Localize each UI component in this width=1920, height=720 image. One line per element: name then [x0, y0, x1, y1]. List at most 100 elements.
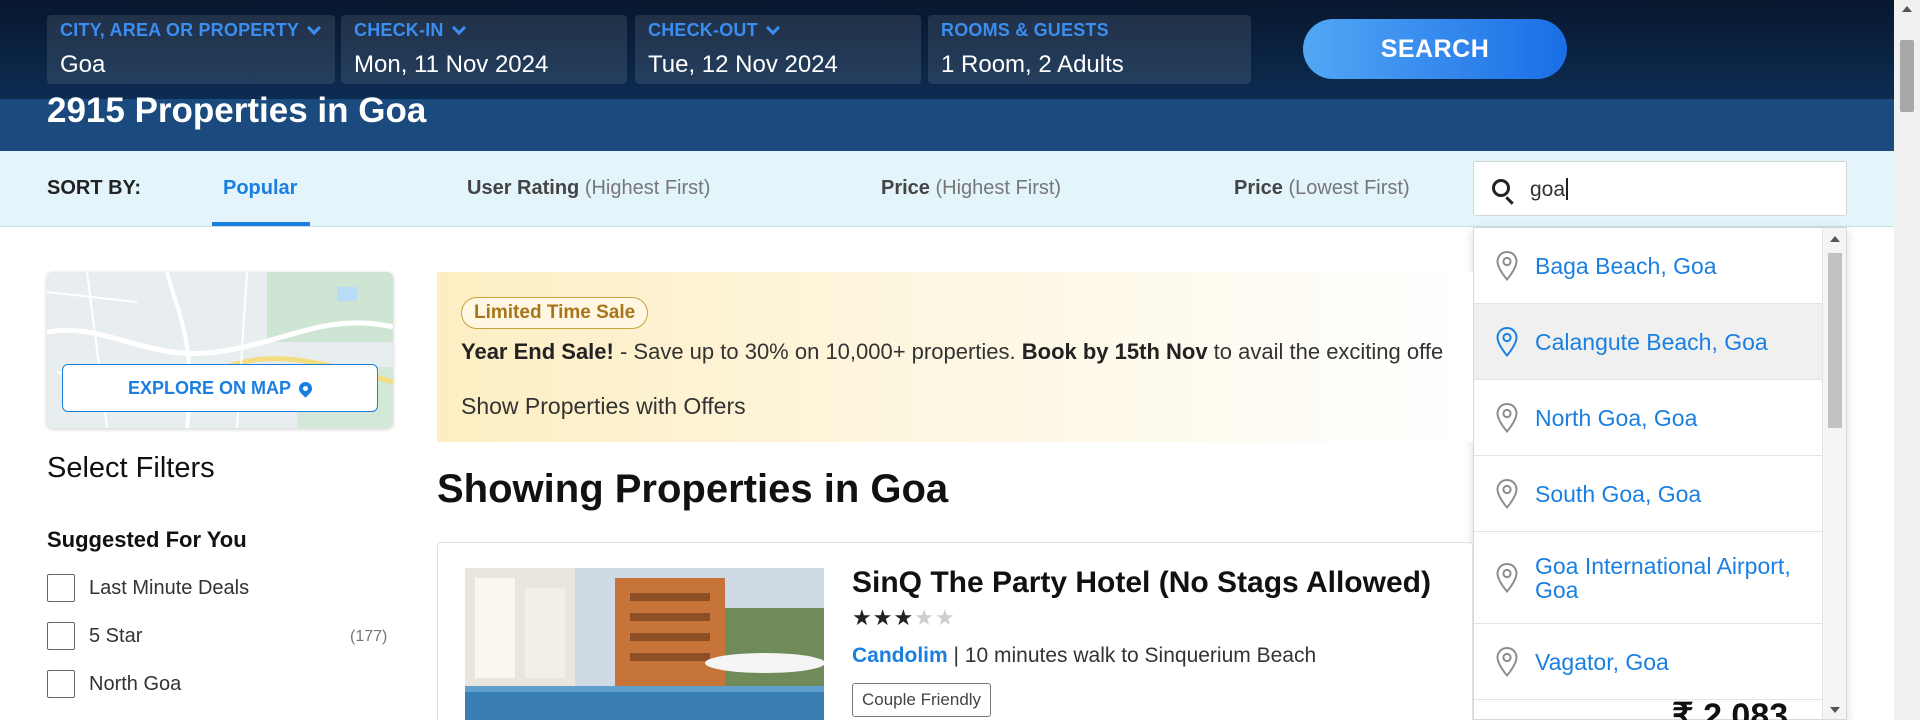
active-sort-indicator — [212, 222, 310, 226]
location-pin-icon — [1496, 250, 1518, 281]
hotel-photo-image — [465, 568, 824, 720]
checkout-value: Tue, 12 Nov 2024 — [648, 51, 838, 78]
location-pin-icon — [1496, 402, 1518, 433]
sale-text: Year End Sale! - Save up to 30% on 10,00… — [461, 339, 1443, 365]
checkin-field[interactable]: CHECK-IN Mon, 11 Nov 2024 — [341, 15, 627, 84]
guests-value: 1 Room, 2 Adults — [941, 51, 1124, 78]
chevron-down-icon — [451, 20, 466, 35]
sale-deadline: Book by 15th Nov — [1021, 339, 1208, 364]
suggestion-item[interactable]: North Goa, Goa — [1474, 380, 1823, 456]
filter-label: Last Minute Deals — [89, 576, 250, 599]
hotel-name[interactable]: SinQ The Party Hotel (No Stags Allowed) — [852, 566, 1431, 600]
checkbox[interactable] — [47, 574, 75, 602]
sort-title: SORT BY: — [47, 177, 142, 199]
suggestion-item[interactable]: South Goa, Goa — [1474, 456, 1823, 532]
hotel-location: Candolim | 10 minutes walk to Sinquerium… — [852, 644, 1316, 668]
suggestion-item[interactable]: Goa International Airport, Goa — [1474, 532, 1823, 624]
sale-title: Year End Sale! — [461, 339, 614, 364]
dropdown-scrollbar[interactable] — [1822, 228, 1846, 719]
sort-option-label: Price — [881, 177, 930, 199]
search-button[interactable]: SEARCH — [1303, 19, 1567, 79]
location-pin-icon — [1496, 326, 1518, 357]
suggestion-label: Calangute Beach, Goa — [1535, 328, 1768, 355]
location-pin-icon — [1496, 478, 1518, 509]
sort-option-label: Popular — [223, 177, 298, 199]
suggested-heading: Suggested For You — [47, 527, 247, 552]
filter-label: 5 Star — [89, 624, 143, 647]
page-scrollbar[interactable] — [1894, 0, 1920, 720]
location-pin-icon — [1496, 562, 1518, 593]
sort-option-sub: (Lowest First) — [1288, 177, 1410, 199]
chevron-down-icon — [765, 20, 780, 35]
map-preview[interactable]: EXPLORE ON MAP — [47, 272, 393, 428]
location-pin-icon — [1496, 646, 1518, 677]
text-cursor — [1566, 178, 1569, 200]
checkout-label: CHECK-OUT — [648, 20, 758, 40]
scroll-down-arrow-icon[interactable] — [1830, 707, 1840, 713]
page-title: 2915 Properties in Goa — [47, 91, 427, 130]
sale-description: - Save up to 30% on 10,000+ properties. — [613, 339, 1022, 364]
filter-label: North Goa — [89, 672, 182, 695]
checkbox[interactable] — [47, 622, 75, 650]
sort-option-popular[interactable]: Popular — [223, 177, 297, 200]
show-offers-link[interactable]: Show Properties with Offers — [461, 393, 746, 420]
suggestion-item[interactable]: Baga Beach, Goa — [1474, 228, 1823, 304]
checkbox[interactable] — [47, 670, 75, 698]
sale-tail: to avail the exciting offe — [1207, 339, 1444, 364]
sort-option-price-low[interactable]: Price (Lowest First) — [1234, 177, 1410, 200]
star-filled-icon: ★ — [893, 605, 915, 630]
sort-option-sub: (Highest First) — [584, 177, 711, 199]
scroll-up-arrow-icon[interactable] — [1902, 6, 1912, 12]
filter-count: (177) — [350, 628, 388, 645]
star-filled-icon: ★ — [852, 605, 873, 630]
filters-heading: Select Filters — [47, 452, 215, 484]
filter-last-minute-deals[interactable]: Last Minute Deals — [47, 574, 249, 602]
sort-option-label: Price — [1234, 177, 1283, 199]
star-filled-icon: ★ — [872, 605, 894, 630]
map-pin-icon — [296, 378, 315, 398]
suggestion-label: Goa International Airport, Goa — [1535, 552, 1791, 603]
chevron-down-icon — [307, 20, 322, 35]
couple-friendly-tag: Couple Friendly — [852, 683, 992, 717]
hotel-distance: | 10 minutes walk to Sinquerium Beach — [947, 644, 1317, 667]
checkin-value: Mon, 11 Nov 2024 — [354, 51, 549, 78]
sale-banner: Limited Time Sale Year End Sale! - Save … — [437, 272, 1473, 442]
checkout-field[interactable]: CHECK-OUT Tue, 12 Nov 2024 — [635, 15, 921, 84]
guests-field[interactable]: ROOMS & GUESTS 1 Room, 2 Adults — [928, 15, 1251, 84]
sort-option-label: User Rating — [467, 177, 580, 199]
suggestion-item[interactable]: Calangute Beach, Goa — [1474, 304, 1823, 380]
filter-north-goa[interactable]: North Goa — [47, 670, 181, 698]
city-field[interactable]: CITY, AREA OR PROPERTY Goa — [47, 15, 335, 84]
search-header: CITY, AREA OR PROPERTY Goa CHECK-IN Mon,… — [0, 0, 1894, 99]
suggestion-label: Vagator, Goa — [1535, 648, 1669, 675]
search-icon — [1492, 179, 1510, 197]
checkin-label: CHECK-IN — [354, 20, 444, 40]
listing-heading: Showing Properties in Goa — [437, 467, 949, 511]
scrollbar-thumb[interactable] — [1828, 253, 1842, 428]
hotel-photo[interactable] — [465, 568, 824, 720]
explore-on-map-button[interactable]: EXPLORE ON MAP — [62, 364, 378, 412]
suggestion-dropdown: Baga Beach, Goa Calangute Beach, Goa Nor… — [1473, 227, 1847, 720]
filter-5-star[interactable]: 5 Star — [47, 622, 142, 650]
hotel-card[interactable]: SinQ The Party Hotel (No Stags Allowed) … — [437, 542, 1473, 720]
star-empty-icon: ★ — [934, 605, 956, 630]
suggestion-item[interactable]: Vagator, Goa — [1474, 624, 1823, 700]
sort-option-sub: (Highest First) — [935, 177, 1062, 199]
search-query: goa — [1530, 178, 1566, 201]
hotel-price: ₹ 2,083 — [1672, 697, 1789, 720]
location-search-input[interactable]: goa — [1473, 161, 1847, 216]
map-button-label: EXPLORE ON MAP — [127, 377, 292, 398]
city-label: CITY, AREA OR PROPERTY — [60, 20, 300, 40]
hotel-area-link[interactable]: Candolim — [852, 644, 948, 667]
star-empty-icon: ★ — [914, 605, 935, 630]
sale-badge: Limited Time Sale — [461, 297, 649, 329]
scroll-up-arrow-icon[interactable] — [1830, 236, 1840, 242]
suggestion-label: North Goa, Goa — [1535, 404, 1698, 431]
suggestion-label: South Goa, Goa — [1535, 480, 1702, 507]
sort-option-price-high[interactable]: Price (Highest First) — [881, 177, 1061, 200]
star-rating: ★★★★★ — [852, 605, 956, 631]
city-value: Goa — [60, 51, 106, 78]
sort-option-user-rating[interactable]: User Rating (Highest First) — [467, 177, 710, 200]
scrollbar-thumb[interactable] — [1900, 40, 1914, 112]
suggestion-label: Baga Beach, Goa — [1535, 252, 1717, 279]
